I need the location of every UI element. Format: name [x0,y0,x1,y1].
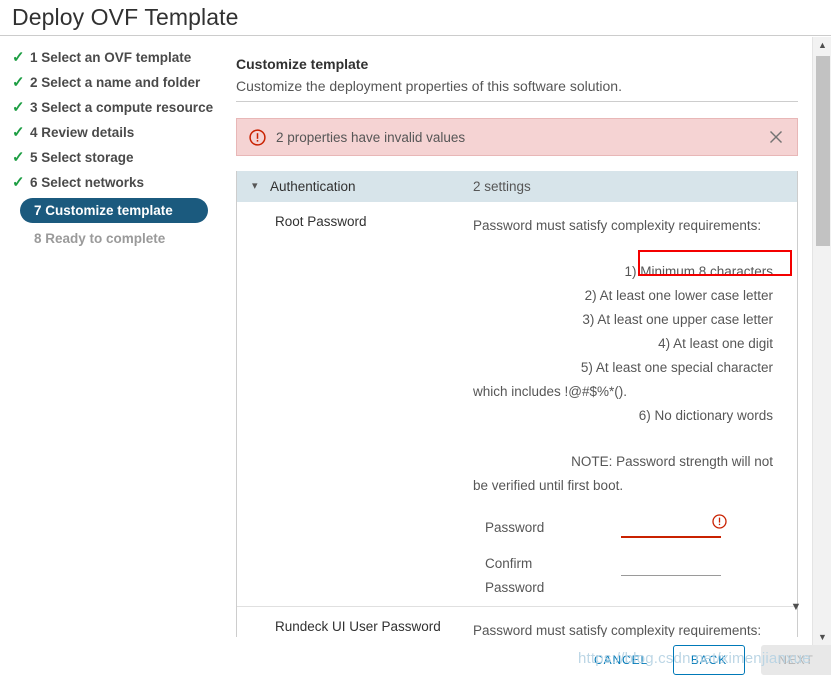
description-spacer-2 [473,428,773,450]
settings-table: ▾ Authentication 2 settings Root Passwor… [236,171,798,637]
back-button[interactable]: BACK [673,645,745,675]
scrollbar-thumb[interactable] [816,56,830,246]
check-icon: ✓ [12,74,25,91]
validation-alert-banner: 2 properties have invalid values [236,118,798,156]
section-name: Authentication [270,179,356,194]
password-rules-intro: Password must satisfy complexity require… [473,218,762,233]
sidebar-step-6[interactable]: ✓ 6 Select networks [0,170,230,195]
property-label-rundeck-ui-user-password: Rundeck UI User Password [275,619,441,634]
password-rule-6: 6) No dictionary words [638,408,773,423]
content-pane: Customize template Customize the deploym… [236,45,808,637]
sidebar-step-8-label: 8 Ready to complete [34,231,166,246]
check-icon: ✓ [12,174,25,191]
password-rule-1: 1) Minimum 8 characters [624,264,773,279]
sidebar-step-3-label: 3 Select a compute resource [30,100,214,115]
sidebar-step-4[interactable]: ✓ 4 Review details [0,120,230,145]
sidebar-step-7-label: 7 Customize template [34,203,173,218]
table-row: Root Password Password must satisfy comp… [237,202,797,607]
next-button: NEXT [761,645,831,675]
header-divider [236,101,798,102]
password-field-row: Password [473,512,797,548]
sidebar-step-5-label: 5 Select storage [30,150,134,165]
caret-up-icon[interactable]: ▲ [813,37,831,53]
sidebar-step-4-label: 4 Review details [30,125,135,140]
confirm-password-field-label: Confirm Password [485,552,595,600]
password-note-line-1: NOTE: Password strength will not [571,454,773,469]
deploy-ovf-template-window: Deploy OVF Template ✓ 1 Select an OVF te… [0,0,831,682]
sidebar-step-1-label: 1 Select an OVF template [30,50,192,65]
confirm-password-label-line-2: Password [485,580,545,595]
cancel-button[interactable]: CANCEL [583,645,655,675]
error-circle-icon [712,514,727,529]
property-description-rundeck-ui-user-password: Password must satisfy complexity require… [473,619,773,637]
close-icon[interactable] [767,128,785,146]
sidebar-step-8-ready-to-complete[interactable]: 8 Ready to complete [20,226,230,251]
sidebar-step-6-label: 6 Select networks [30,175,145,190]
highlight-wrapper: 1) Minimum 8 characters [624,250,793,284]
section-header-authentication[interactable]: ▾ Authentication 2 settings [237,171,797,202]
window-titlebar: Deploy OVF Template [0,0,831,36]
password-rule-1-wrapper: 1) Minimum 8 characters [473,250,793,284]
page-title: Customize template [236,56,369,72]
sidebar-step-5[interactable]: ✓ 5 Select storage [0,145,230,170]
password-field-label: Password [485,520,545,535]
check-icon: ✓ [12,99,25,116]
window-title: Deploy OVF Template [12,4,239,30]
sidebar-step-7-customize-template[interactable]: 7 Customize template [20,198,208,223]
password-rule-5-continuation: which includes !@#$%*(). [473,384,628,399]
password-rule-3: 3) At least one upper case letter [582,312,773,327]
validation-alert-message: 2 properties have invalid values [276,129,466,145]
password-rule-2: 2) At least one lower case letter [584,288,773,303]
property-label-root-password: Root Password [275,214,367,229]
section-settings-count: 2 settings [473,179,531,194]
password-note-line-2: be verified until first boot. [473,478,624,493]
caret-down-icon[interactable]: ▼ [789,600,803,614]
confirm-password-field-row: Confirm Password [473,548,797,595]
caret-down-icon[interactable]: ▼ [813,629,831,645]
page-subtitle: Customize the deployment properties of t… [236,78,622,94]
confirm-password-label-line-1: Confirm [485,556,533,571]
sidebar-step-2-label: 2 Select a name and folder [30,75,201,90]
error-circle-icon [249,128,266,146]
vertical-scrollbar[interactable]: ▲ ▼ [812,37,831,645]
chevron-down-icon: ▾ [252,180,258,192]
wizard-steps: ✓ 1 Select an OVF template ✓ 2 Select a … [0,45,230,251]
fields-spacer [237,498,797,512]
check-icon: ✓ [12,49,25,66]
sidebar-step-3[interactable]: ✓ 3 Select a compute resource [0,95,230,120]
sidebar-step-1[interactable]: ✓ 1 Select an OVF template [0,45,230,70]
table-row: Rundeck UI User Password Password must s… [237,607,797,637]
password-input[interactable] [621,518,721,538]
check-icon: ✓ [12,149,25,166]
password-rule-5: 5) At least one special character [580,360,773,375]
rundeck-password-rules-intro: Password must satisfy complexity require… [473,623,762,637]
confirm-password-input[interactable] [621,556,721,576]
property-description-root-password: Password must satisfy complexity require… [473,214,793,498]
check-icon: ✓ [12,124,25,141]
password-rule-4: 4) At least one digit [658,336,773,351]
sidebar-step-2[interactable]: ✓ 2 Select a name and folder [0,70,230,95]
